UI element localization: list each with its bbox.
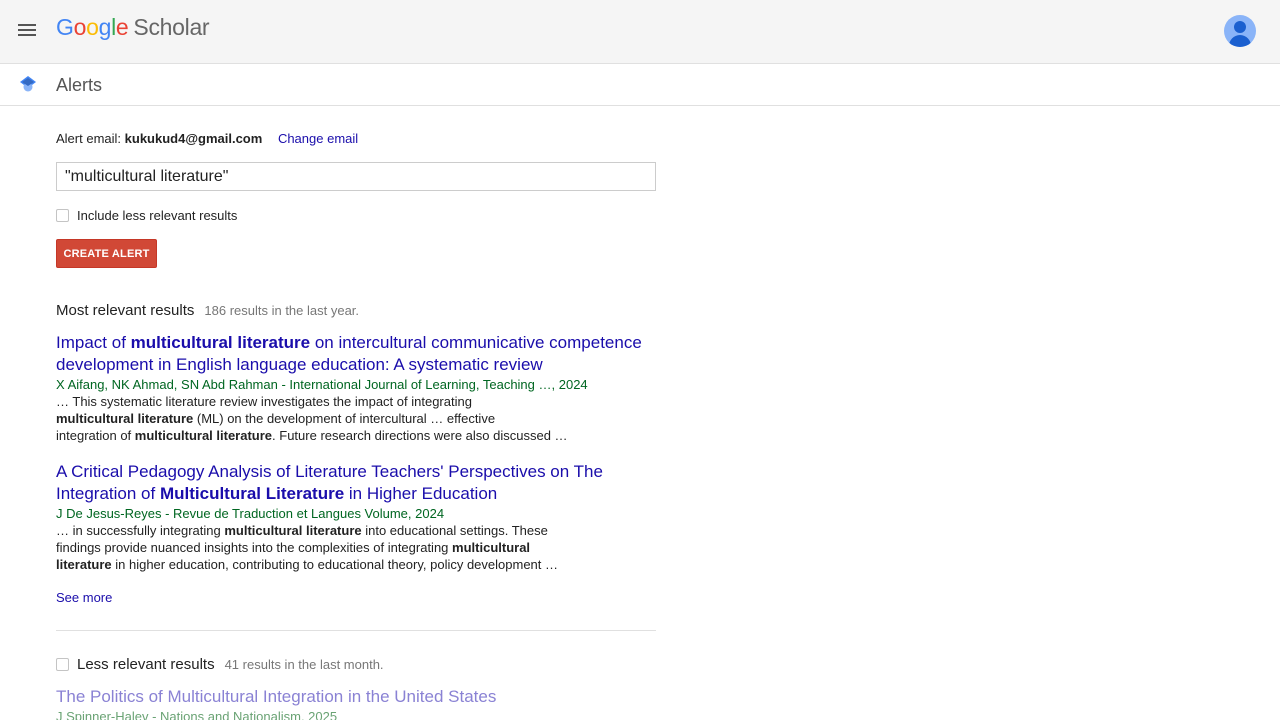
include-less-relevant-checkbox[interactable]: [56, 209, 69, 222]
most-relevant-title: Most relevant results: [56, 302, 195, 319]
create-alert-button[interactable]: CREATE ALERT: [56, 239, 157, 268]
alert-email-value: kukukud4@gmail.com: [124, 131, 263, 146]
result-item: A Critical Pedagogy Analysis of Literatu…: [56, 461, 656, 573]
alerts-subbar: Alerts: [0, 64, 1280, 106]
result-snippet: … in successfully integrating multicultu…: [56, 523, 559, 572]
result-authors: X Aifang, NK Ahmad, SN Abd Rahman - Inte…: [56, 377, 588, 392]
alert-email-label: Alert email:: [56, 131, 122, 146]
result-item: The Politics of Multicultural Integratio…: [56, 686, 656, 720]
less-relevant-checkbox[interactable]: [56, 658, 69, 671]
less-relevant-count: 41 results in the last month.: [224, 657, 384, 672]
alert-email-row: Alert email: kukukud4@gmail.com Change e…: [56, 131, 358, 146]
include-less-relevant-label: Include less relevant results: [77, 208, 238, 223]
result-item: Impact of multicultural literature on in…: [56, 332, 656, 444]
result-authors: J Spinner-Halev - Nations and Nationalis…: [56, 709, 338, 720]
most-relevant-count: 186 results in the last year.: [204, 303, 360, 318]
scholar-cap-icon: [20, 76, 36, 92]
top-bar: Google Scholar: [0, 0, 1280, 64]
page-title: Alerts: [56, 75, 103, 95]
less-relevant-title: Less relevant results: [77, 656, 215, 673]
result-authors: J De Jesus-Reyes - Revue de Traduction e…: [56, 506, 445, 521]
result-title-link[interactable]: A Critical Pedagogy Analysis of Literatu…: [56, 461, 656, 505]
result-title-link[interactable]: The Politics of Multicultural Integratio…: [56, 686, 656, 708]
hamburger-menu-icon[interactable]: [15, 19, 41, 45]
change-email-link[interactable]: Change email: [278, 131, 358, 146]
google-scholar-logo[interactable]: Google Scholar: [56, 14, 210, 41]
see-more-link[interactable]: See more: [56, 590, 112, 605]
alert-query-input[interactable]: [56, 162, 656, 191]
less-relevant-header: Less relevant results 41 results in the …: [56, 656, 384, 673]
result-title-link[interactable]: Impact of multicultural literature on in…: [56, 332, 656, 376]
result-snippet: … This systematic literature review inve…: [56, 394, 568, 443]
section-divider: [56, 630, 656, 631]
include-less-relevant-row: Include less relevant results: [56, 208, 237, 223]
most-relevant-header: Most relevant results 186 results in the…: [56, 302, 359, 319]
account-avatar-icon[interactable]: [1224, 15, 1256, 47]
